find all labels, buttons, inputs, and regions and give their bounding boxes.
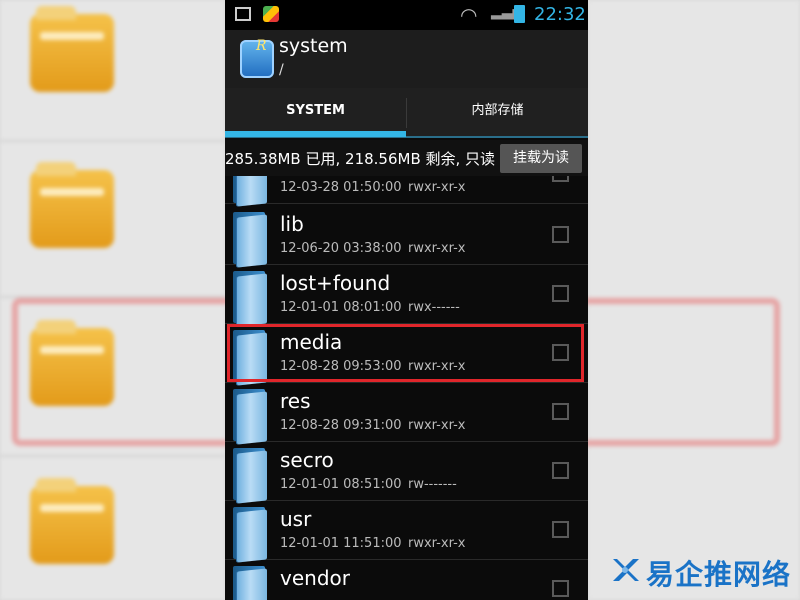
select-checkbox[interactable] (552, 521, 569, 538)
phone-screen: ◠ ▂▃▅ 22:32 system / SYSTEM 内部存储 285.38M… (225, 0, 588, 600)
select-checkbox[interactable] (552, 580, 569, 597)
file-permissions: rwxr-xr-x (408, 536, 466, 551)
tab-selected-indicator (225, 131, 406, 137)
file-name: usr (280, 507, 312, 531)
folder-icon (233, 271, 267, 327)
folder-icon (233, 389, 267, 445)
file-date: 12-06-20 03:38:00 (280, 241, 402, 256)
file-name: lib (280, 212, 304, 236)
battery-icon (514, 5, 525, 23)
folder-icon (233, 448, 267, 504)
background-folder-icon (30, 162, 114, 248)
file-date: 12-08-28 09:31:00 (280, 418, 402, 433)
list-item[interactable]: usr 12-01-01 11:51:00 rwxr-xr-x (225, 501, 588, 563)
mount-button[interactable]: 挂载为读 (500, 144, 582, 173)
picture-notification-icon (235, 7, 251, 21)
select-checkbox[interactable] (552, 285, 569, 302)
app-notification-icon (263, 6, 279, 22)
list-item[interactable]: 12-03-28 01:50:00 rwxr-xr-x (225, 176, 588, 207)
watermark-text: 易企推网络 (646, 558, 792, 591)
watermark: 易企推网络 (608, 551, 798, 595)
folder-icon (233, 212, 267, 268)
select-checkbox[interactable] (552, 403, 569, 420)
list-item[interactable]: secro 12-01-01 08:51:00 rw------- (225, 442, 588, 504)
app-logo-icon[interactable] (240, 38, 274, 78)
file-date: 12-01-01 08:51:00 (280, 477, 402, 492)
file-permissions: rw------- (408, 477, 457, 492)
status-time: 22:32 (534, 4, 586, 25)
watermark-logo-icon (613, 559, 639, 581)
file-date: 12-01-01 08:01:00 (280, 300, 402, 315)
file-permissions: rwxr-xr-x (408, 241, 466, 256)
folder-icon (233, 176, 267, 207)
file-list: 12-03-28 01:50:00 rwxr-xr-x lib 12-06-20… (225, 176, 588, 600)
file-name: res (280, 389, 311, 413)
storage-info-bar: 285.38MB 已用, 218.56MB 剩余, 只读 挂载为读 (225, 140, 588, 176)
app-bar: system / (225, 30, 588, 88)
file-permissions: rwx------ (408, 300, 460, 315)
select-checkbox[interactable] (552, 226, 569, 243)
wifi-icon: ◠ (460, 3, 478, 27)
highlight-box (227, 324, 584, 382)
folder-icon (233, 566, 267, 600)
background-folder-icon (30, 6, 114, 92)
file-name: secro (280, 448, 334, 472)
file-date: 12-03-28 01:50:00 (280, 180, 402, 195)
list-item[interactable]: res 12-08-28 09:31:00 rwxr-xr-x (225, 383, 588, 445)
list-item[interactable]: vendor (225, 560, 588, 600)
app-title: system (279, 35, 348, 57)
file-permissions: rwxr-xr-x (408, 418, 466, 433)
select-checkbox[interactable] (552, 176, 569, 182)
file-name: vendor (280, 566, 350, 590)
folder-icon (233, 507, 267, 563)
file-permissions: rwxr-xr-x (408, 180, 466, 195)
tab-internal-storage[interactable]: 内部存储 (407, 88, 588, 138)
background-divider (0, 455, 225, 457)
status-bar: ◠ ▂▃▅ 22:32 (225, 0, 588, 30)
storage-usage-text: 285.38MB 已用, 218.56MB 剩余, 只读 (225, 150, 496, 168)
file-date: 12-01-01 11:51:00 (280, 536, 402, 551)
background-divider (0, 140, 225, 142)
select-checkbox[interactable] (552, 462, 569, 479)
list-item[interactable]: lost+found 12-01-01 08:01:00 rwx------ (225, 265, 588, 327)
current-path: / (279, 62, 284, 78)
file-name: lost+found (280, 271, 391, 295)
background-folder-icon (30, 478, 114, 564)
list-item[interactable]: lib 12-06-20 03:38:00 rwxr-xr-x (225, 206, 588, 268)
